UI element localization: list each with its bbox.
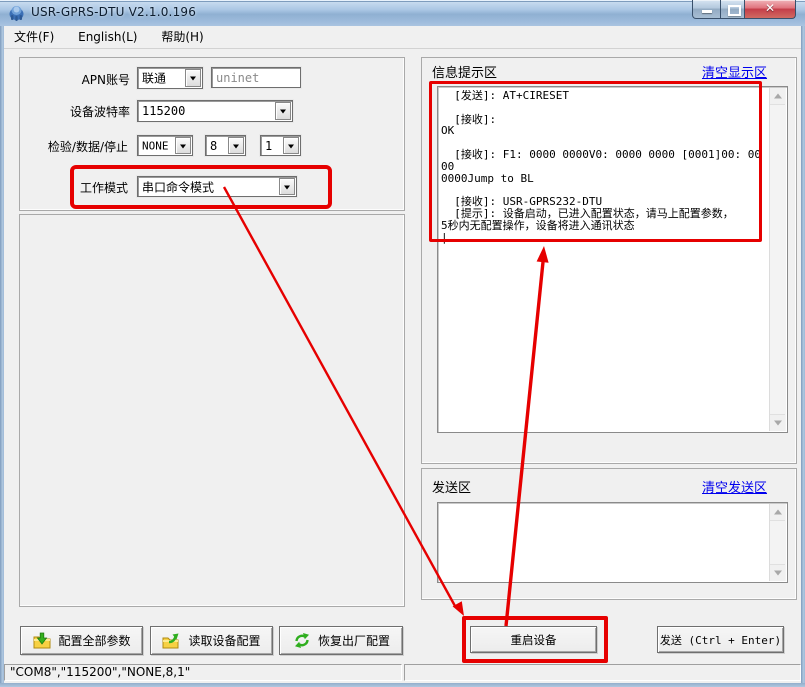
- left-empty-panel: [19, 214, 405, 607]
- arrow-down-icon: [774, 571, 782, 576]
- window-title: USR-GPRS-DTU V2.1.0.196: [31, 5, 196, 19]
- send-scrollbar[interactable]: [769, 504, 786, 581]
- chevron-down-icon: [233, 144, 239, 148]
- chevron-down-icon: [280, 109, 286, 113]
- app-window: USR-GPRS-DTU V2.1.0.196 ✕ 文件(F) English(…: [0, 0, 805, 687]
- work-mode-dropdown-button[interactable]: [279, 178, 295, 195]
- info-log-text: [发送]: AT+CIRESET [接收]: OK [接收]: F1: 0000…: [441, 90, 767, 429]
- scroll-down-button[interactable]: [770, 564, 785, 581]
- baud-dropdown-button[interactable]: [275, 102, 291, 120]
- menu-item-english[interactable]: English(L): [68, 26, 147, 48]
- parity-select[interactable]: NONE: [137, 135, 193, 156]
- minimize-icon: [702, 10, 712, 13]
- work-mode-value: 串口命令模式: [142, 178, 214, 195]
- databits-dropdown-button[interactable]: [228, 137, 244, 154]
- send-panel-title: 发送区: [432, 477, 471, 496]
- chevron-down-icon: [190, 76, 196, 80]
- send-textarea[interactable]: [437, 502, 788, 583]
- parity-value: NONE: [142, 139, 169, 152]
- minimize-button[interactable]: [692, 0, 721, 19]
- menu-bar: 文件(F) English(L) 帮助(H): [4, 26, 801, 49]
- arrow-up-icon: [774, 94, 782, 99]
- baud-select[interactable]: 115200: [137, 100, 293, 122]
- send-text: [441, 506, 767, 579]
- info-log-textarea[interactable]: [发送]: AT+CIRESET [接收]: OK [接收]: F1: 0000…: [437, 86, 788, 433]
- config-all-button[interactable]: 配置全部参数: [20, 626, 143, 655]
- send-button-label: 发送 (Ctrl + Enter): [660, 632, 781, 648]
- apn-operator-dropdown-button[interactable]: [185, 69, 201, 87]
- work-mode-select[interactable]: 串口命令模式: [137, 176, 297, 197]
- window-border-bottom: [0, 683, 805, 687]
- apn-operator-select[interactable]: 联通: [137, 67, 203, 89]
- baud-label: 设备波特率: [20, 103, 130, 120]
- maximize-button[interactable]: [720, 0, 745, 19]
- restart-device-label: 重启设备: [511, 632, 557, 648]
- work-mode-label: 工作模式: [18, 179, 128, 196]
- arrow-down-icon: [774, 421, 782, 426]
- maximize-icon: [728, 5, 741, 16]
- baud-value: 115200: [142, 104, 185, 118]
- databits-value: 8: [210, 139, 217, 153]
- menu-item-file[interactable]: 文件(F): [4, 26, 64, 48]
- factory-reset-button[interactable]: 恢复出厂配置: [279, 626, 403, 655]
- folder-export-icon: [162, 632, 182, 649]
- clear-send-link[interactable]: 清空发送区: [702, 477, 767, 496]
- folder-download-icon: [32, 632, 52, 649]
- window-border-left: [0, 26, 4, 687]
- clear-display-link[interactable]: 清空显示区: [702, 62, 767, 81]
- info-panel-title: 信息提示区: [432, 62, 497, 81]
- chevron-down-icon: [288, 144, 294, 148]
- databits-select[interactable]: 8: [205, 135, 246, 156]
- read-config-label: 读取设备配置: [188, 632, 260, 649]
- app-icon: [8, 4, 25, 21]
- arrow-up-icon: [774, 510, 782, 515]
- serial-params-label: 检验/数据/停止: [18, 138, 128, 155]
- chevron-down-icon: [284, 185, 290, 189]
- apn-label: APN账号: [20, 71, 130, 88]
- factory-reset-label: 恢复出厂配置: [318, 632, 390, 649]
- status-bar: "COM8","115200","NONE,8,1": [4, 662, 801, 683]
- scroll-up-button[interactable]: [770, 504, 785, 521]
- status-right-cell: [404, 664, 801, 681]
- restart-device-button[interactable]: 重启设备: [470, 626, 597, 653]
- close-button[interactable]: ✕: [744, 0, 796, 19]
- config-all-label: 配置全部参数: [58, 632, 130, 649]
- apn-input[interactable]: [211, 67, 301, 88]
- scroll-up-button[interactable]: [770, 88, 785, 105]
- stopbits-dropdown-button[interactable]: [283, 137, 299, 154]
- parity-dropdown-button[interactable]: [175, 137, 191, 154]
- arrowhead-to-restart: [453, 601, 464, 616]
- close-icon: ✕: [745, 1, 795, 15]
- scroll-down-button[interactable]: [770, 414, 785, 431]
- info-log-scrollbar[interactable]: [769, 88, 786, 431]
- status-connection-info: "COM8","115200","NONE,8,1": [4, 664, 402, 681]
- window-border-right: [801, 26, 805, 687]
- apn-operator-value: 联通: [142, 70, 166, 87]
- read-config-button[interactable]: 读取设备配置: [150, 626, 273, 655]
- stopbits-value: 1: [265, 139, 272, 153]
- chevron-down-icon: [180, 144, 186, 148]
- refresh-icon: [292, 632, 312, 649]
- stopbits-select[interactable]: 1: [260, 135, 301, 156]
- title-bar: USR-GPRS-DTU V2.1.0.196 ✕: [0, 0, 805, 26]
- send-button[interactable]: 发送 (Ctrl + Enter): [657, 626, 784, 653]
- menu-item-help[interactable]: 帮助(H): [151, 26, 213, 48]
